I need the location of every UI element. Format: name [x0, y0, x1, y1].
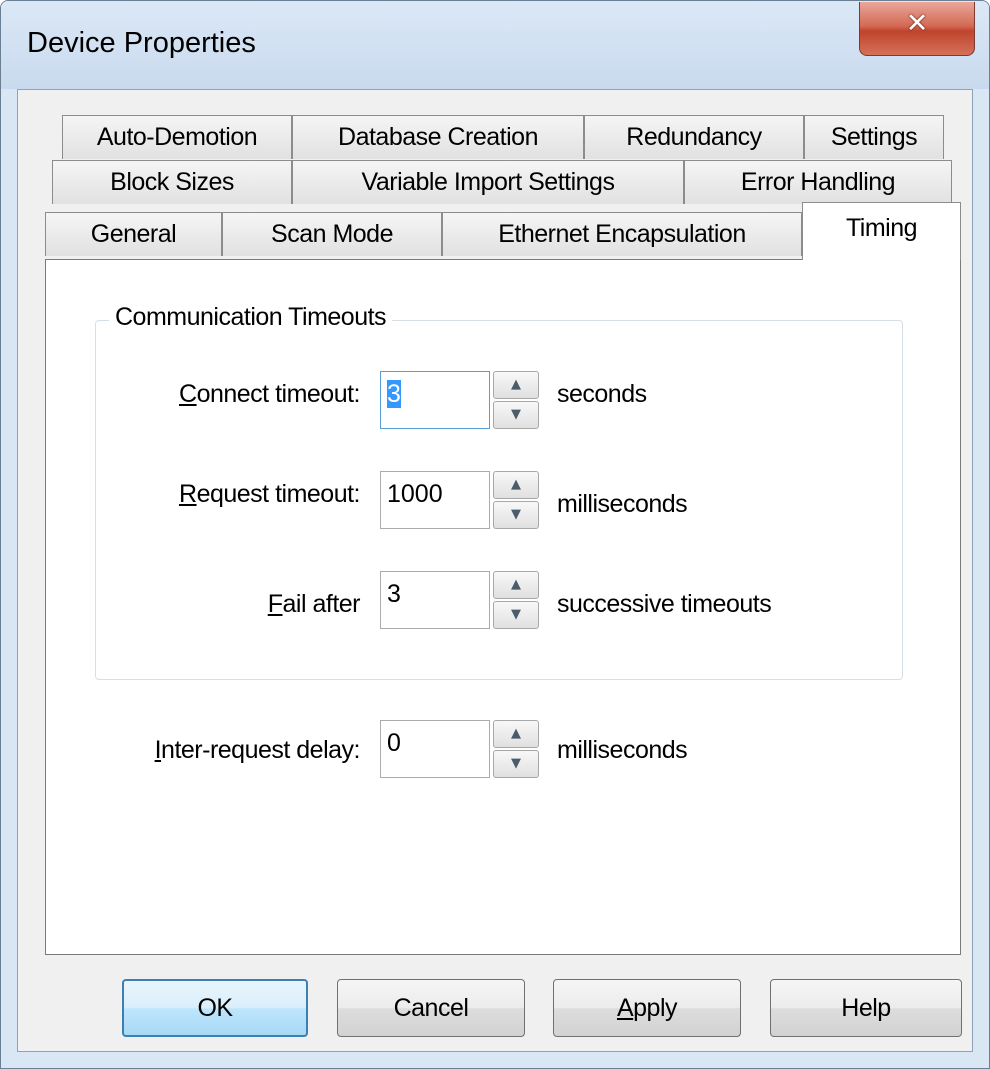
tab-database-creation[interactable]: Database Creation: [292, 115, 584, 159]
inter-request-delay-value: 0: [387, 729, 401, 757]
tab-timing[interactable]: Timing: [802, 202, 961, 260]
fail-after-label: Fail after: [267, 590, 361, 618]
tab-variable-import-settings[interactable]: Variable Import Settings: [292, 160, 684, 204]
request-timeout-label: Request timeout:: [179, 480, 361, 508]
connect-timeout-input[interactable]: 3: [380, 371, 490, 429]
connect-timeout-unit: seconds: [557, 380, 647, 408]
fail-after-spinner[interactable]: ▲ ▼: [493, 571, 539, 629]
spin-down-icon[interactable]: ▼: [493, 501, 539, 529]
spin-down-icon[interactable]: ▼: [493, 750, 539, 778]
tab-settings[interactable]: Settings: [804, 115, 944, 159]
close-icon: ✕: [905, 8, 929, 39]
tab-auto-demotion[interactable]: Auto-Demotion: [62, 115, 292, 159]
fail-after-value: 3: [387, 580, 401, 608]
tab-redundancy[interactable]: Redundancy: [584, 115, 804, 159]
fail-after-input[interactable]: 3: [380, 571, 490, 629]
connect-timeout-value: 3: [387, 380, 401, 408]
tab-error-handling[interactable]: Error Handling: [684, 160, 952, 204]
group-title: Communication Timeouts: [109, 303, 393, 332]
request-timeout-value: 1000: [387, 480, 443, 508]
spin-up-icon[interactable]: ▲: [493, 571, 539, 599]
tab-ethernet-encapsulation[interactable]: Ethernet Encapsulation: [442, 212, 802, 256]
close-button[interactable]: ✕: [859, 2, 975, 56]
tab-block-sizes[interactable]: Block Sizes: [52, 160, 292, 204]
tab-general[interactable]: General: [45, 212, 222, 256]
window-title: Device Properties: [27, 27, 256, 59]
inter-request-delay-label: Inter-request delay:: [154, 736, 361, 764]
spin-down-icon[interactable]: ▼: [493, 601, 539, 629]
spin-up-icon[interactable]: ▲: [493, 720, 539, 748]
spin-up-icon[interactable]: ▲: [493, 371, 539, 399]
inter-request-delay-input[interactable]: 0: [380, 720, 490, 778]
cancel-button[interactable]: Cancel: [337, 979, 525, 1037]
request-timeout-input[interactable]: 1000: [380, 471, 490, 529]
inter-request-delay-spinner[interactable]: ▲ ▼: [493, 720, 539, 778]
tab-scan-mode[interactable]: Scan Mode: [222, 212, 442, 256]
request-timeout-unit: milliseconds: [557, 490, 688, 518]
connect-timeout-spinner[interactable]: ▲ ▼: [493, 371, 539, 429]
inter-request-delay-unit: milliseconds: [557, 736, 688, 764]
connect-timeout-label: Connect timeout:: [179, 380, 361, 408]
spin-up-icon[interactable]: ▲: [493, 471, 539, 499]
title-bar[interactable]: Device Properties ✕: [1, 1, 989, 89]
ok-button[interactable]: OK: [122, 979, 308, 1037]
request-timeout-spinner[interactable]: ▲ ▼: [493, 471, 539, 529]
help-button[interactable]: Help: [770, 979, 962, 1037]
fail-after-unit: successive timeouts: [557, 590, 772, 618]
apply-button[interactable]: Apply: [553, 979, 741, 1037]
spin-down-icon[interactable]: ▼: [493, 401, 539, 429]
